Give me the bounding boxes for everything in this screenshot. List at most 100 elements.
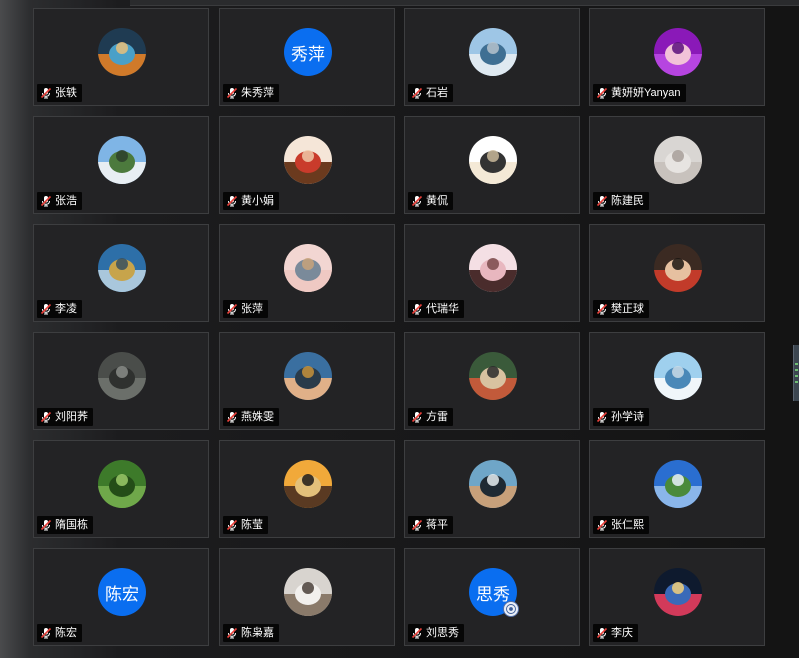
participant-name: 黄妍妍Yanyan — [611, 87, 681, 99]
participant-name: 黄侃 — [426, 195, 448, 207]
name-tag: 方雷 — [408, 408, 453, 426]
participant-tile[interactable]: 孙学诗 — [589, 332, 765, 430]
mic-muted-icon — [226, 87, 238, 99]
sky-field-photo — [654, 460, 702, 508]
participant-tile[interactable]: 陈宏 陈宏 — [33, 548, 209, 646]
mic-muted-icon — [40, 87, 52, 99]
participant-tile[interactable]: 李凌 — [33, 224, 209, 322]
sunset-photo — [284, 460, 332, 508]
participant-name: 孙学诗 — [611, 411, 644, 423]
vertebra-photo — [98, 28, 146, 76]
green-tree-photo — [98, 460, 146, 508]
participant-tile[interactable]: 张萍 — [219, 224, 395, 322]
participant-grid: 张轶 秀萍 朱秀萍 石岩 黄妍妍Yanyan 张浩 黄小娟 黄侃 陈建民 李凌 张萍 代瑞华 樊正球 刘阳… — [33, 8, 768, 648]
name-tag: 石岩 — [408, 84, 453, 102]
name-tag: 樊正球 — [593, 300, 649, 318]
mic-muted-icon — [226, 519, 238, 531]
participant-tile[interactable]: 樊正球 — [589, 224, 765, 322]
participant-tile[interactable]: 思秀 刘思秀 — [404, 548, 580, 646]
name-tag: 黄侃 — [408, 192, 453, 210]
participant-name: 陈宏 — [55, 627, 77, 639]
participant-tile[interactable]: 石岩 — [404, 8, 580, 106]
participant-tile[interactable]: 蒋平 — [404, 440, 580, 538]
mic-muted-icon — [596, 627, 608, 639]
mic-muted-icon — [40, 411, 52, 423]
participant-name: 石岩 — [426, 87, 448, 99]
participant-tile[interactable]: 张浩 — [33, 116, 209, 214]
name-tag: 陈宏 — [37, 624, 82, 642]
dog-photo — [469, 352, 517, 400]
mic-muted-icon — [411, 411, 423, 423]
name-tag: 刘阳荞 — [37, 408, 93, 426]
mic-muted-icon — [596, 411, 608, 423]
house-photo — [98, 136, 146, 184]
mountain-lake-photo — [98, 244, 146, 292]
name-tag: 隋国栋 — [37, 516, 93, 534]
participant-name: 黄小娟 — [241, 195, 274, 207]
seaside-photo — [469, 28, 517, 76]
name-tag: 李凌 — [37, 300, 82, 318]
mic-muted-icon — [411, 195, 423, 207]
participant-tile[interactable]: 刘阳荞 — [33, 332, 209, 430]
flower-photo — [654, 136, 702, 184]
avatar-text: 思秀 — [476, 584, 510, 605]
bird-photo — [284, 244, 332, 292]
participant-tile[interactable]: 黄小娟 — [219, 116, 395, 214]
name-tag: 张浩 — [37, 192, 82, 210]
participant-tile[interactable]: 黄侃 — [404, 116, 580, 214]
participant-name: 刘阳荞 — [55, 411, 88, 423]
participant-name: 李凌 — [55, 303, 77, 315]
name-tag: 陈枭嘉 — [223, 624, 279, 642]
participant-tile[interactable]: 陈莹 — [219, 440, 395, 538]
participant-name: 李庆 — [611, 627, 633, 639]
name-tag: 李庆 — [593, 624, 638, 642]
participant-name: 代瑞华 — [426, 303, 459, 315]
name-tag: 孙学诗 — [593, 408, 649, 426]
mic-muted-icon — [226, 303, 238, 315]
participant-name: 陈枭嘉 — [241, 627, 274, 639]
mic-muted-icon — [411, 627, 423, 639]
name-tag: 张仁熙 — [593, 516, 649, 534]
participant-tile[interactable]: 陈枭嘉 — [219, 548, 395, 646]
avatar-text: 陈宏 — [105, 584, 139, 605]
child-photo — [654, 244, 702, 292]
mic-muted-icon — [411, 87, 423, 99]
name-tag: 黄小娟 — [223, 192, 279, 210]
name-tag: 蒋平 — [408, 516, 453, 534]
participant-name: 张仁熙 — [611, 519, 644, 531]
avatar-initials: 秀萍 — [284, 28, 332, 76]
participant-tile[interactable]: 方雷 — [404, 332, 580, 430]
name-tag: 朱秀萍 — [223, 84, 279, 102]
meeting-gallery-view: 张轶 秀萍 朱秀萍 石岩 黄妍妍Yanyan 张浩 黄小娟 黄侃 陈建民 李凌 张萍 代瑞华 樊正球 刘阳… — [0, 0, 799, 658]
beach-person-photo — [654, 352, 702, 400]
participant-tile[interactable]: 张轶 — [33, 8, 209, 106]
mic-muted-icon — [40, 303, 52, 315]
side-panel-handle[interactable] — [793, 345, 799, 401]
cartoon-bun-photo — [469, 136, 517, 184]
name-tag: 张萍 — [223, 300, 268, 318]
participant-tile[interactable]: 陈建民 — [589, 116, 765, 214]
mic-muted-icon — [40, 195, 52, 207]
participant-name: 陈建民 — [611, 195, 644, 207]
name-tag: 张轶 — [37, 84, 82, 102]
participant-tile[interactable]: 李庆 — [589, 548, 765, 646]
participant-name: 方雷 — [426, 411, 448, 423]
mic-muted-icon — [40, 627, 52, 639]
mic-muted-icon — [226, 411, 238, 423]
participant-tile[interactable]: 燕姝雯 — [219, 332, 395, 430]
participant-tile[interactable]: 隋国栋 — [33, 440, 209, 538]
participant-name: 陈莹 — [241, 519, 263, 531]
participant-tile[interactable]: 张仁熙 — [589, 440, 765, 538]
participant-tile[interactable]: 秀萍 朱秀萍 — [219, 8, 395, 106]
illustrated-girl-photo — [284, 136, 332, 184]
mic-muted-icon — [596, 303, 608, 315]
mic-muted-icon — [226, 627, 238, 639]
name-tag: 黄妍妍Yanyan — [593, 84, 686, 102]
name-tag: 陈建民 — [593, 192, 649, 210]
name-tag: 燕姝雯 — [223, 408, 279, 426]
participant-tile[interactable]: 黄妍妍Yanyan — [589, 8, 765, 106]
tree-photo — [98, 352, 146, 400]
participant-name: 隋国栋 — [55, 519, 88, 531]
mic-muted-icon — [596, 195, 608, 207]
participant-tile[interactable]: 代瑞华 — [404, 224, 580, 322]
